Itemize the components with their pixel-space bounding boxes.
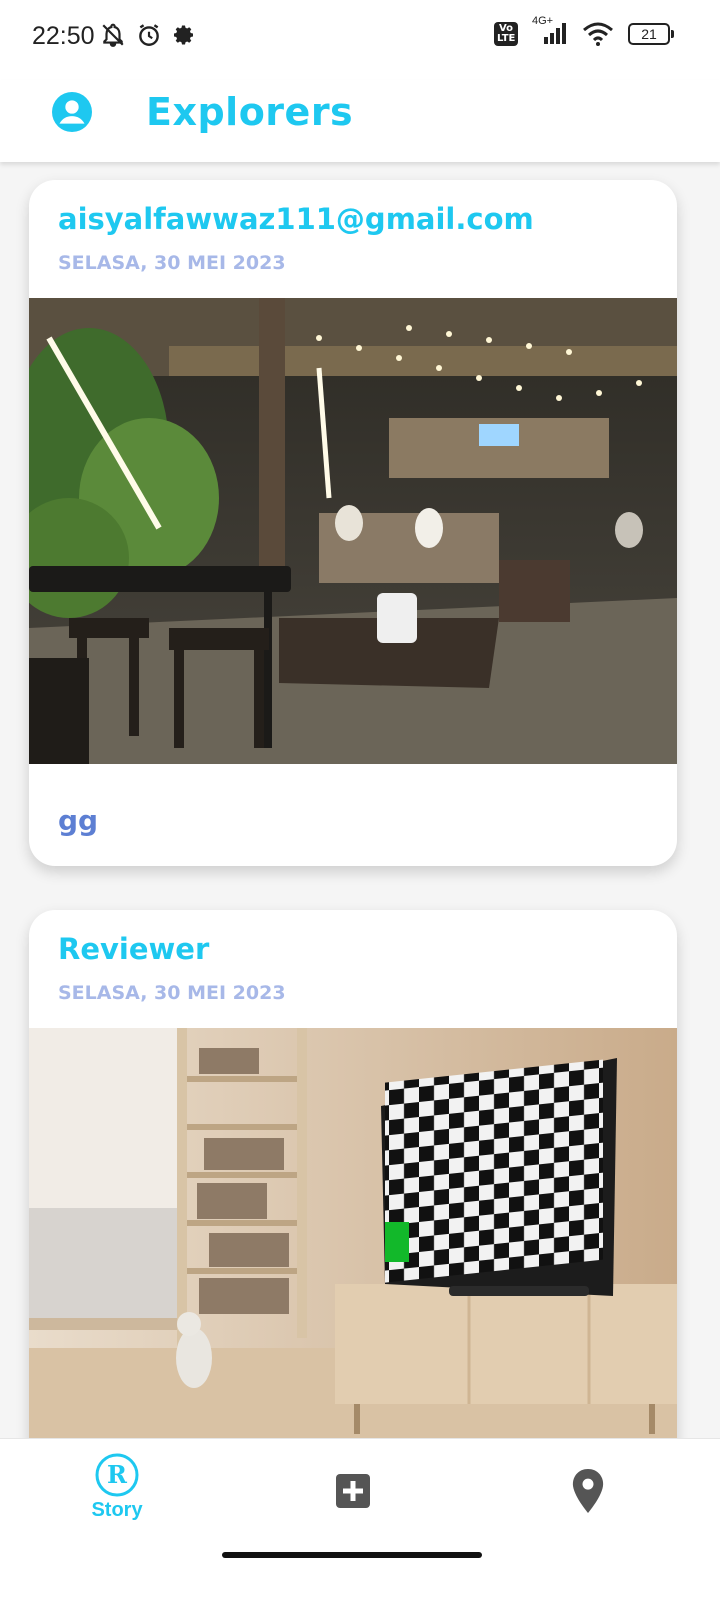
story-card[interactable]: aisyalfawwaz111@gmail.com SELASA, 30 MEI… (29, 180, 677, 866)
nav-map-button[interactable] (528, 1453, 648, 1543)
story-caption: gg (58, 804, 99, 837)
home-indicator[interactable] (222, 1552, 482, 1558)
story-photo[interactable] (29, 298, 677, 764)
app-screen: 22:50 Vo LTE 4G+ 21 Explorers aisyalfaww… (0, 0, 720, 1600)
cellular-signal-icon: 4G+ (532, 15, 568, 45)
notifications-off-icon (102, 23, 124, 47)
story-date: SELASA, 30 MEI 2023 (58, 982, 286, 1004)
status-bar: 22:50 Vo LTE 4G+ 21 (0, 0, 720, 80)
story-author: aisyalfawwaz111@gmail.com (58, 202, 534, 236)
story-feed[interactable]: aisyalfawwaz111@gmail.com SELASA, 30 MEI… (0, 162, 720, 1466)
story-photo[interactable] (29, 1028, 677, 1466)
story-logo-icon: R (95, 1453, 139, 1497)
settings-gear-icon (174, 25, 193, 45)
volte-badge: Vo LTE (494, 22, 518, 46)
story-card[interactable]: Reviewer SELASA, 30 MEI 2023 (29, 910, 677, 1466)
nav-story-tab[interactable]: R Story (57, 1453, 177, 1543)
svg-text:R: R (107, 1460, 128, 1489)
status-time: 22:50 (32, 22, 95, 50)
nav-story-label: Story (91, 1499, 143, 1521)
wifi-icon (583, 22, 613, 46)
bottom-navigation: R Story (0, 1438, 720, 1600)
add-box-icon (336, 1474, 370, 1508)
app-bar: Explorers (0, 80, 720, 162)
story-date: SELASA, 30 MEI 2023 (58, 252, 286, 274)
location-pin-icon (572, 1469, 604, 1513)
battery-indicator: 21 (628, 23, 674, 45)
page-title: Explorers (146, 90, 354, 134)
nav-add-story-button[interactable] (293, 1453, 413, 1543)
alarm-icon (139, 24, 159, 46)
account-circle-icon[interactable] (52, 92, 92, 132)
story-author: Reviewer (58, 932, 210, 966)
